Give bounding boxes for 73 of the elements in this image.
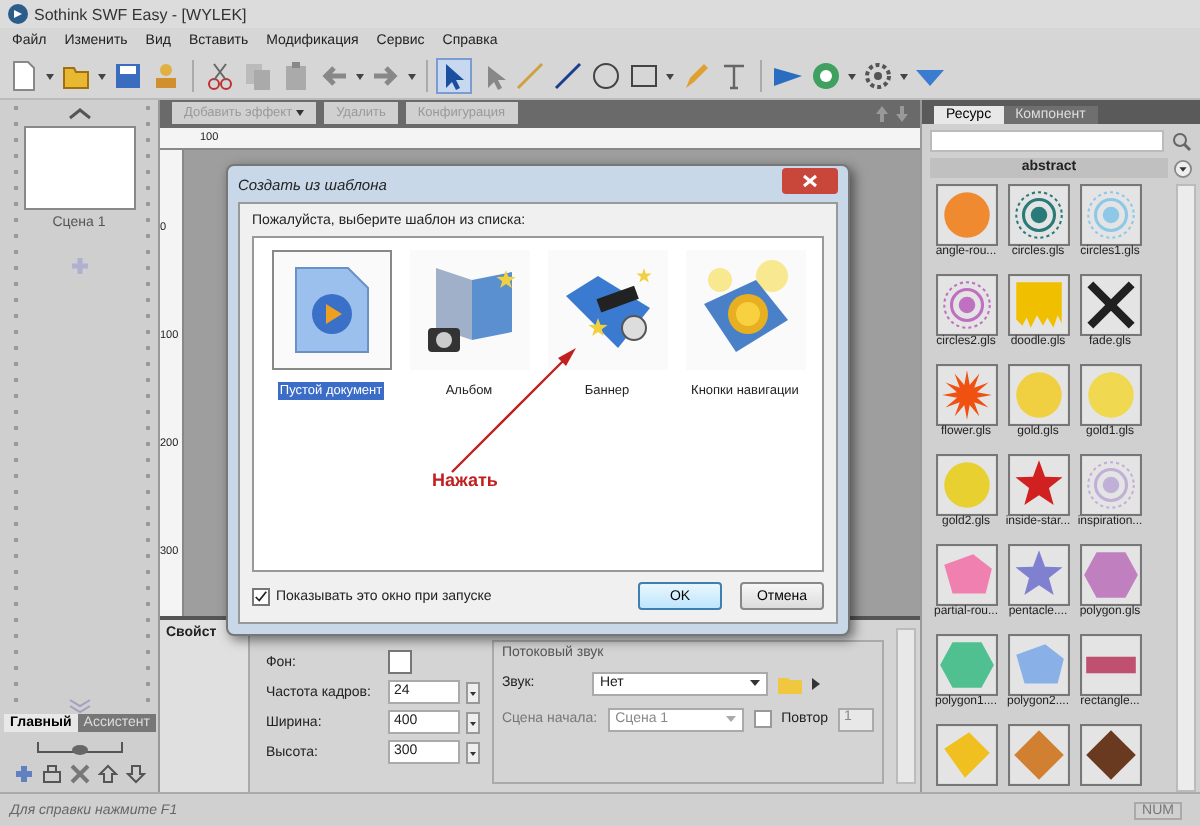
template-thumbnail[interactable] <box>271 250 391 370</box>
document-icon <box>291 264 371 356</box>
resource-thumbnail[interactable] <box>1079 634 1141 696</box>
dropdown-caret-icon <box>749 680 760 687</box>
resource-thumbnail[interactable] <box>935 634 997 696</box>
dropdown-caret-icon[interactable] <box>465 711 480 734</box>
dropdown-caret-icon[interactable] <box>408 73 416 79</box>
move-up-icon[interactable] <box>97 764 117 784</box>
window-title: Sothink SWF Easy - [WYLEK] <box>34 5 247 23</box>
ellipse-icon[interactable] <box>590 60 622 92</box>
search-icon[interactable] <box>1172 131 1192 151</box>
delete-icon[interactable] <box>69 764 89 784</box>
scroll-up-icon[interactable] <box>67 108 91 120</box>
resource-thumbnail[interactable] <box>1007 364 1069 426</box>
up-arrow-icon[interactable] <box>876 105 888 122</box>
resource-thumbnail[interactable] <box>1007 184 1069 246</box>
play-icon[interactable] <box>811 677 820 690</box>
scrollbar[interactable] <box>1176 184 1196 792</box>
dropdown-caret-icon[interactable] <box>900 73 908 79</box>
expand-icon[interactable] <box>1174 159 1192 177</box>
resource-thumbnail[interactable] <box>935 184 997 246</box>
move-down-icon[interactable] <box>125 764 145 784</box>
resource-thumbnail[interactable] <box>1007 274 1069 336</box>
resource-thumbnail[interactable] <box>1079 364 1141 426</box>
rectangle-icon[interactable] <box>628 60 660 92</box>
resource-thumbnail[interactable] <box>1007 454 1069 516</box>
app-logo-icon <box>8 4 28 24</box>
dropdown-caret-icon <box>296 110 305 117</box>
resource-thumbnail[interactable] <box>1079 544 1141 606</box>
resource-thumbnail[interactable] <box>1079 184 1141 246</box>
resource-thumbnail[interactable] <box>935 724 997 786</box>
view-slider-icon[interactable] <box>35 740 123 756</box>
save-icon[interactable] <box>112 60 144 92</box>
new-file-icon[interactable] <box>8 60 40 92</box>
globe-icon[interactable] <box>810 60 842 92</box>
resource-thumbnail[interactable] <box>1007 724 1069 786</box>
pointer-icon[interactable] <box>438 60 470 92</box>
template-thumbnail[interactable] <box>409 250 529 370</box>
resource-thumbnail[interactable] <box>935 454 997 516</box>
dropdown-caret-icon[interactable] <box>356 73 364 79</box>
resource-thumbnail[interactable] <box>935 544 997 606</box>
pointer-arrow <box>450 346 578 474</box>
close-icon[interactable] <box>782 167 838 193</box>
down-arrow-icon[interactable] <box>896 105 908 122</box>
cut-icon[interactable] <box>204 60 236 92</box>
checkbox[interactable] <box>252 587 270 605</box>
resource-thumbnail[interactable] <box>935 364 997 426</box>
scrollbar[interactable] <box>896 627 916 784</box>
dropdown-caret-icon[interactable] <box>465 741 480 764</box>
template-thumbnail[interactable] <box>547 250 667 370</box>
dropdown-caret-icon[interactable] <box>46 73 54 79</box>
annotation-text: Нажать <box>432 470 498 490</box>
printer-icon[interactable] <box>41 764 61 784</box>
resource-thumbnail[interactable] <box>1007 544 1069 606</box>
template-thumbnail[interactable] <box>685 250 805 370</box>
dropdown-caret-icon[interactable] <box>98 73 106 79</box>
resource-thumbnail[interactable] <box>1007 634 1069 696</box>
resource-thumbnail[interactable] <box>1079 454 1141 516</box>
gear-icon[interactable] <box>862 60 894 92</box>
resource-thumbnail[interactable] <box>1079 724 1141 786</box>
search-field[interactable] <box>930 130 1164 152</box>
dropdown-caret-icon[interactable] <box>848 73 856 79</box>
paste-icon[interactable] <box>280 60 312 92</box>
dropdown-caret-icon[interactable] <box>465 681 480 704</box>
scene-thumbnail[interactable] <box>23 126 135 210</box>
line-icon[interactable] <box>552 60 584 92</box>
add-scene-icon[interactable] <box>13 764 33 784</box>
dropdown-caret-icon <box>725 716 736 723</box>
color-swatch[interactable] <box>387 650 412 675</box>
text-icon[interactable] <box>718 60 750 92</box>
dropdown-caret-icon[interactable] <box>666 73 674 79</box>
resource-thumbnail[interactable] <box>1079 274 1141 336</box>
resource-thumbnail[interactable] <box>935 274 997 336</box>
